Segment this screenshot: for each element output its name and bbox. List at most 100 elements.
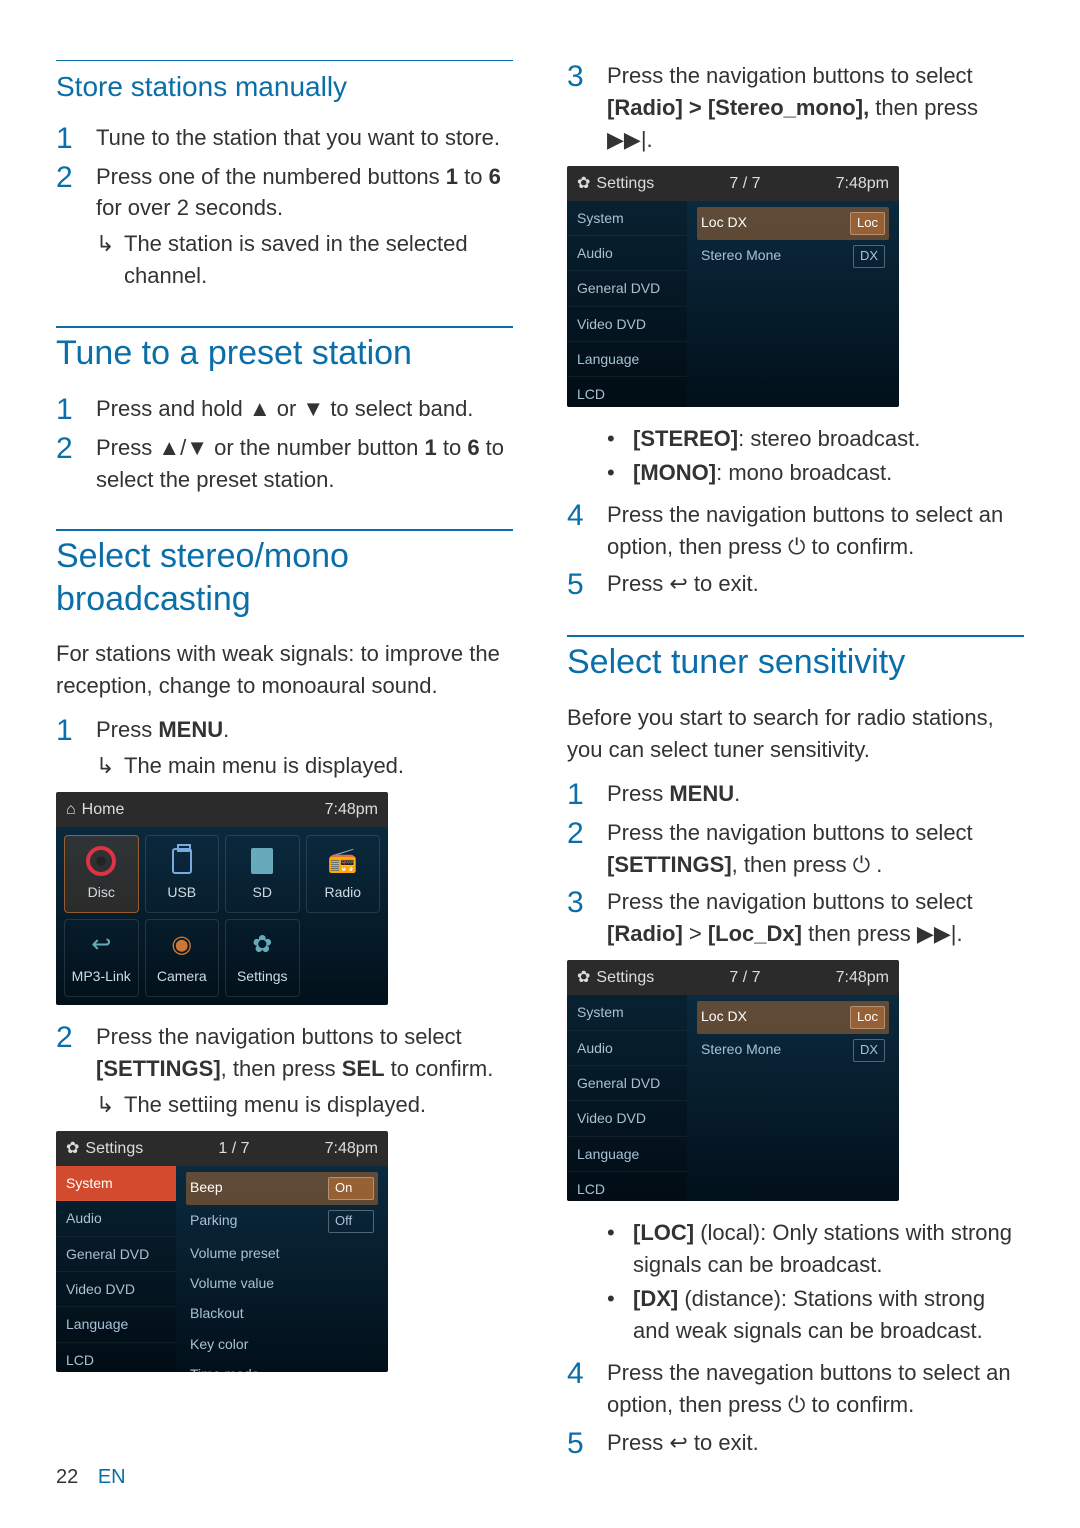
screenshot-time: 7:48pm [836, 966, 889, 989]
intro-paragraph: For stations with weak signals: to impro… [56, 638, 513, 702]
home-cell-sd: SD [225, 835, 300, 913]
step-number: 1 [567, 778, 607, 811]
screenshot-time: 7:48pm [325, 1137, 378, 1160]
screenshot-settings-radio-b: ✿ Settings 7 / 7 7:48pm System Audio Gene… [567, 960, 899, 1201]
step-number: 2 [56, 1021, 96, 1121]
heading-store-stations: Store stations manually [56, 60, 513, 108]
side-item: System [56, 1166, 176, 1201]
step-text: Press one of the numbered buttons 1 to 6… [96, 164, 501, 221]
home-icon: ⌂ [66, 798, 76, 821]
step-number: 1 [56, 122, 96, 155]
heading-tuner-sensitivity: Select tuner sensitivity [567, 641, 1024, 684]
step-number: 2 [56, 432, 96, 496]
home-cell-radio: 📻Radio [306, 835, 381, 913]
settings-row: Stereo MoneDX [697, 240, 889, 273]
step-text: Tune to the station that you want to sto… [96, 122, 513, 155]
bullet-dot-icon: • [607, 457, 633, 489]
settings-row: Loc DXLoc [697, 207, 889, 240]
bullet-text: [LOC] (local): Only stations with strong… [633, 1217, 1024, 1281]
bullet-dot-icon: • [607, 1283, 633, 1347]
step-text: Press the navigation buttons to select [… [607, 817, 1024, 881]
screenshot-time: 7:48pm [836, 172, 889, 195]
gear-icon: ✿ [66, 1137, 79, 1160]
side-item: System [567, 995, 687, 1030]
side-item: General DVD [567, 1066, 687, 1101]
screenshot-title: Settings [596, 966, 654, 989]
result-arrow-icon: ↳ [96, 1089, 124, 1121]
settings-row: ParkingOff [186, 1205, 378, 1238]
side-item: General DVD [56, 1237, 176, 1272]
step-text: Press the navigation buttons to select a… [607, 499, 1024, 563]
result-arrow-icon: ↳ [96, 750, 124, 782]
settings-row: Key color [186, 1329, 378, 1359]
home-cell-disc: Disc [64, 835, 139, 913]
side-item: Audio [567, 236, 687, 271]
screenshot-pager: 7 / 7 [729, 172, 760, 195]
settings-row: Blackout [186, 1298, 378, 1328]
settings-row: BeepOn [186, 1172, 378, 1205]
step-text: Press MENU. [607, 778, 1024, 811]
step-text: Press the navigation buttons to select [… [607, 886, 1024, 950]
settings-row: Volume preset [186, 1238, 378, 1268]
page-number: 22 [56, 1466, 78, 1488]
step-text: Press ↩ to exit. [607, 568, 1024, 601]
step-text: Press ▲/▼ or the number button 1 to 6 to… [96, 432, 513, 496]
step-number: 2 [56, 161, 96, 293]
screenshot-settings-system: ✿ Settings 1 / 7 7:48pm System Audio Gene… [56, 1131, 388, 1372]
side-item: Audio [56, 1201, 176, 1236]
step-number: 5 [567, 568, 607, 601]
page-footer: 22 EN [56, 1463, 126, 1492]
bullet-dot-icon: • [607, 423, 633, 455]
step-number: 1 [56, 393, 96, 426]
bullet-text: [DX] (distance): Stations with strong an… [633, 1283, 1024, 1347]
bullet-text: [STEREO]: stereo broadcast. [633, 423, 920, 455]
side-item: Language [56, 1307, 176, 1342]
step-text: Press the navigation buttons to select [… [607, 60, 1024, 156]
screenshot-title: Settings [85, 1137, 143, 1160]
side-item: Language [567, 1137, 687, 1172]
side-item: Audio [567, 1031, 687, 1066]
side-item: System [567, 201, 687, 236]
screenshot-pager: 7 / 7 [729, 966, 760, 989]
settings-row: Loc DXLoc [697, 1001, 889, 1034]
step-number: 5 [567, 1427, 607, 1460]
step-result: The main menu is displayed. [124, 750, 404, 782]
screenshot-home-menu: ⌂Home 7:48pm Disc USB SD 📻Radio ↩MP3-Lin… [56, 792, 388, 1005]
screenshot-settings-radio-a: ✿Settings 7 / 7 7:48pm System Audio Gene… [567, 166, 899, 407]
step-number: 4 [567, 499, 607, 563]
step-text: Press the navegation buttons to select a… [607, 1357, 1024, 1421]
side-item: Language [567, 342, 687, 377]
settings-row: Stereo MoneDX [697, 1034, 889, 1067]
step-result: The station is saved in the selected cha… [124, 228, 513, 292]
settings-row: Time mode [186, 1359, 378, 1372]
home-cell-usb: USB [145, 835, 220, 913]
step-text: Press and hold ▲ or ▼ to select band. [96, 393, 513, 426]
screenshot-pager: 1 / 7 [218, 1137, 249, 1160]
step-number: 3 [567, 60, 607, 156]
gear-icon: ✿ [577, 172, 590, 195]
step-result: The settiing menu is displayed. [124, 1089, 426, 1121]
page-language: EN [98, 1466, 126, 1488]
screenshot-title: Settings [596, 172, 654, 195]
heading-tune-preset: Tune to a preset station [56, 332, 513, 375]
step-number: 3 [567, 886, 607, 950]
settings-row: Volume value [186, 1268, 378, 1298]
result-arrow-icon: ↳ [96, 228, 124, 292]
step-text: Press MENU. [96, 717, 229, 742]
home-cell-settings: ✿Settings [225, 919, 300, 997]
home-cell-camera: ◉Camera [145, 919, 220, 997]
screenshot-time: 7:48pm [325, 798, 378, 821]
side-item: Video DVD [56, 1272, 176, 1307]
step-number: 4 [567, 1357, 607, 1421]
bullet-dot-icon: • [607, 1217, 633, 1281]
heading-stereo-mono: Select stereo/mono broadcasting [56, 535, 513, 620]
side-item: Video DVD [567, 307, 687, 342]
side-item: LCD [567, 1172, 687, 1202]
step-number: 2 [567, 817, 607, 881]
bullet-text: [MONO]: mono broadcast. [633, 457, 892, 489]
gear-icon: ✿ [577, 966, 590, 989]
side-item: Video DVD [567, 1101, 687, 1136]
side-item: LCD [567, 377, 687, 407]
screenshot-title: Home [82, 798, 125, 821]
step-text: Press the navigation buttons to select [… [96, 1024, 493, 1081]
